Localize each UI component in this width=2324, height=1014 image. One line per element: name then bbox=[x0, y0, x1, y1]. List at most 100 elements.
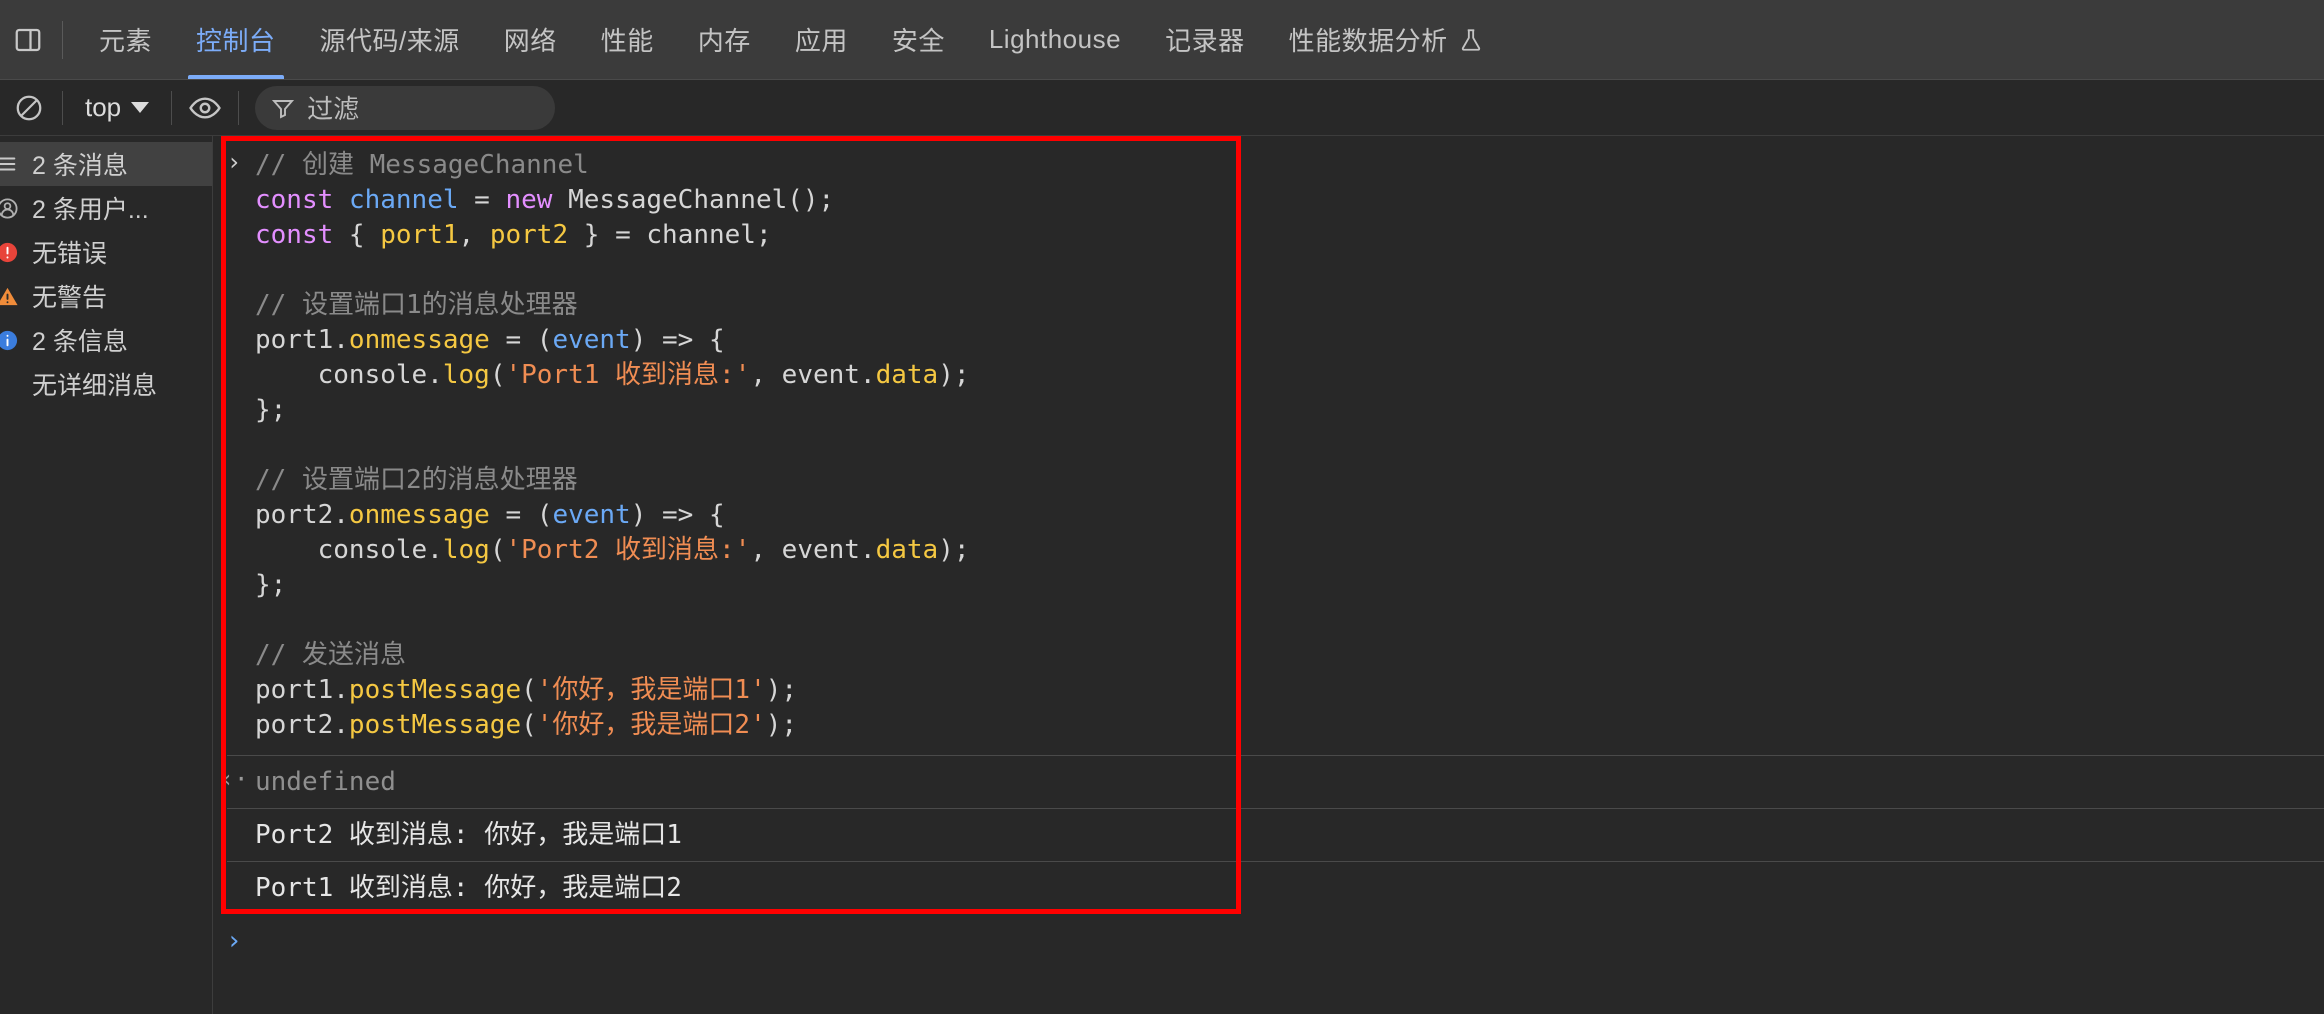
code-line: }; bbox=[255, 393, 970, 428]
tab-application[interactable]: 应用 bbox=[773, 0, 870, 79]
code-token-plain: console. bbox=[255, 535, 443, 565]
prompt-gutter: › bbox=[213, 924, 255, 954]
list-icon bbox=[0, 151, 20, 177]
code-token-plain: ( bbox=[521, 675, 537, 705]
code-token-plain: , event. bbox=[750, 360, 876, 390]
tab-elements[interactable]: 元素 bbox=[77, 0, 174, 79]
code-token-kw: new bbox=[505, 185, 553, 215]
code-token-ident: event bbox=[552, 500, 631, 530]
tab-label: 元素 bbox=[99, 26, 153, 56]
output-gutter bbox=[213, 818, 255, 820]
code-token-plain: , bbox=[458, 220, 490, 250]
tab-console[interactable]: 控制台 bbox=[174, 0, 298, 79]
tab-security[interactable]: 安全 bbox=[870, 0, 967, 79]
code-line: port1.onmessage = (event) => { bbox=[255, 323, 970, 358]
tab-recorder[interactable]: 记录器 bbox=[1143, 0, 1267, 79]
tab-label: 内存 bbox=[697, 26, 751, 56]
console-prompt-row[interactable]: › bbox=[213, 914, 2324, 954]
code-token-plain: { bbox=[333, 220, 381, 250]
sidebar-item-warnings[interactable]: 无警告 bbox=[0, 274, 212, 318]
sidebar-item-messages[interactable]: 2 条消息 bbox=[0, 142, 212, 186]
tab-network[interactable]: 网络 bbox=[482, 0, 579, 79]
code-token-plain: ); bbox=[938, 360, 970, 390]
code-token-plain: ( bbox=[489, 360, 506, 390]
code-token-plain: = ( bbox=[489, 325, 553, 355]
toolbar-divider-3 bbox=[238, 90, 240, 125]
console-log-port1: Port1 收到消息: 你好，我是端口2 bbox=[213, 862, 2324, 914]
toolbar-divider-1 bbox=[62, 90, 63, 125]
code-line bbox=[255, 253, 970, 288]
tab-memory[interactable]: 内存 bbox=[676, 0, 773, 79]
sidebar-item-label: 无错误 bbox=[32, 240, 108, 268]
user-icon bbox=[0, 195, 20, 221]
code-token-kw: const bbox=[255, 185, 334, 215]
code-token-comment: // 发送消息 bbox=[255, 640, 406, 670]
tab-lighthouse[interactable]: Lighthouse bbox=[967, 0, 1143, 79]
tab-label: 控制台 bbox=[196, 26, 276, 56]
code-token-plain: ( bbox=[489, 535, 506, 565]
tab-label: 网络 bbox=[503, 26, 557, 56]
console-filter-input[interactable]: 过滤 bbox=[255, 85, 556, 130]
tab-performance-insights[interactable]: 性能数据分析 bbox=[1267, 0, 1506, 79]
console-body: 2 条消息 2 条用户... 无错误无警告 2 条信息无详细消息 › // 创建 Me… bbox=[0, 136, 2324, 1014]
code-token-plain: console. bbox=[255, 360, 443, 390]
execution-context-label: top bbox=[85, 92, 122, 122]
code-token-prop: postMessage bbox=[348, 710, 522, 740]
code-token-prop: data bbox=[875, 535, 939, 565]
code-line: // 设置端口1的消息处理器 bbox=[255, 288, 970, 323]
code-token-plain: port2. bbox=[255, 500, 349, 530]
code-token-prop: log bbox=[442, 535, 490, 565]
console-output-text: Port2 收到消息: 你好，我是端口1 bbox=[255, 820, 682, 850]
console-sidebar: 2 条消息 2 条用户... 无错误无警告 2 条信息无详细消息 bbox=[0, 136, 213, 1014]
code-token-str: '你好，我是端口2' bbox=[536, 710, 766, 740]
code-token-plain: ) => { bbox=[630, 325, 725, 355]
sidebar-item-errors[interactable]: 无错误 bbox=[0, 230, 212, 274]
code-token-ident: event bbox=[552, 325, 631, 355]
sidebar-item-verbose[interactable]: 无详细消息 bbox=[0, 362, 212, 406]
code-token-plain: = bbox=[458, 185, 506, 215]
code-token-comment: // 设置端口1的消息处理器 bbox=[255, 290, 578, 320]
input-gutter: › bbox=[213, 146, 255, 743]
live-expression-eye-icon[interactable] bbox=[184, 87, 226, 129]
code-line bbox=[255, 428, 970, 463]
code-line: port2.onmessage = (event) => { bbox=[255, 498, 970, 533]
console-message-area[interactable]: › // 创建 MessageChannel const channel = ne… bbox=[213, 136, 2324, 1014]
code-token-plain: MessageChannel(); bbox=[552, 185, 835, 215]
code-line bbox=[255, 603, 970, 638]
tab-sources[interactable]: 源代码/来源 bbox=[298, 0, 482, 79]
console-output-text: undefined bbox=[255, 767, 396, 797]
tab-label: 性能 bbox=[600, 26, 654, 56]
warning-icon bbox=[0, 283, 20, 309]
clear-console-icon[interactable] bbox=[8, 87, 50, 129]
sidebar-item-info[interactable]: 2 条信息 bbox=[0, 318, 212, 362]
code-token-comment: // 设置端口2的消息处理器 bbox=[255, 465, 578, 495]
toolbar-divider-2 bbox=[171, 90, 173, 125]
code-line: const { port1, port2 } = channel; bbox=[255, 218, 970, 253]
tab-label: 安全 bbox=[891, 26, 945, 56]
tabbar-left-icons bbox=[0, 0, 77, 79]
code-token-prop: postMessage bbox=[348, 675, 522, 705]
code-token-prop: log bbox=[442, 360, 490, 390]
code-token-plain: = ( bbox=[489, 500, 553, 530]
code-line: console.log('Port2 收到消息:', event.data); bbox=[255, 533, 970, 568]
no-icon bbox=[0, 371, 20, 397]
execution-context-selector[interactable]: top bbox=[75, 88, 159, 127]
sidebar-item-user[interactable]: 2 条用户... bbox=[0, 186, 212, 230]
code-token-str: 'Port1 收到消息:' bbox=[505, 360, 751, 390]
code-token-comment: // 创建 MessageChannel bbox=[255, 150, 589, 180]
console-log-port2: Port2 收到消息: 你好，我是端口1 bbox=[213, 809, 2324, 861]
output-gutter bbox=[213, 871, 255, 873]
dock-panel-icon[interactable] bbox=[8, 20, 48, 60]
code-token-plain: , event. bbox=[750, 535, 876, 565]
console-input-code: // 创建 MessageChannel const channel = new … bbox=[255, 146, 970, 743]
code-token-prop: port2 bbox=[489, 220, 569, 250]
devtools-tab-bar: 元素 控制台 源代码/来源 网络 性能 内存 应用 安全 Lighthouse 记录器 性能数据分析 bbox=[0, 0, 2324, 80]
sidebar-item-label: 2 条用户... bbox=[32, 196, 149, 224]
code-token-plain: ) => { bbox=[630, 500, 725, 530]
code-token-kw: const bbox=[255, 220, 334, 250]
code-token-str: '你好，我是端口1' bbox=[536, 675, 766, 705]
tab-performance[interactable]: 性能 bbox=[579, 0, 676, 79]
sidebar-item-label: 2 条信息 bbox=[32, 328, 128, 356]
sidebar-item-label: 无详细消息 bbox=[32, 372, 158, 400]
